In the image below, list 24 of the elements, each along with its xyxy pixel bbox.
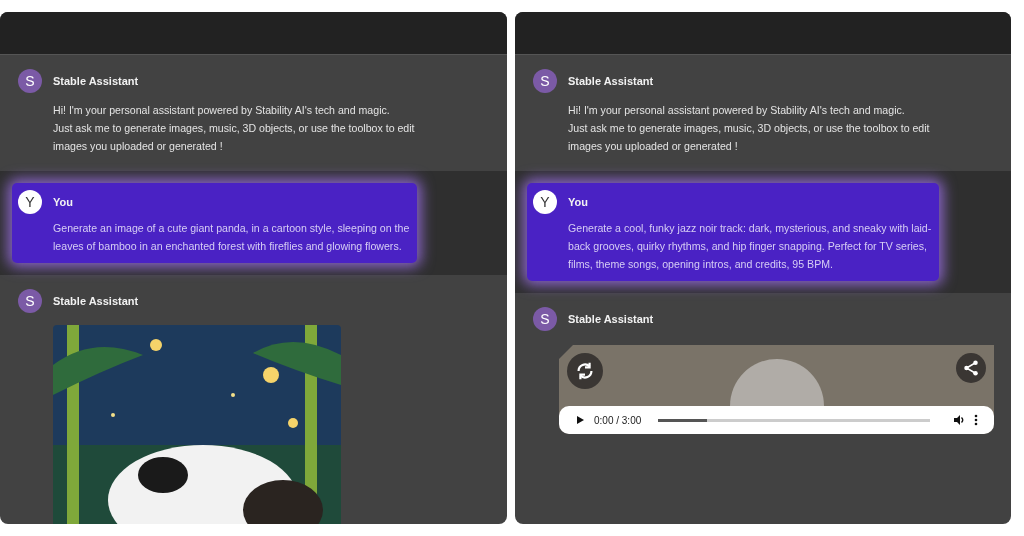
regenerate-button[interactable]	[567, 353, 603, 389]
share-icon	[962, 359, 980, 377]
sender-name: You	[568, 196, 588, 208]
assistant-avatar: S	[533, 69, 557, 93]
sender-name: Stable Assistant	[568, 313, 654, 325]
play-icon[interactable]	[575, 415, 585, 425]
sender-name: Stable Assistant	[53, 75, 139, 87]
assistant-avatar: S	[533, 307, 557, 331]
message-text: Hi! I'm your personal assistant powered by Stability AI's tech and magic. Just ask me to generate images, music, 3D objects, or use the toolbox to edit images you uploaded or generated !	[53, 103, 416, 154]
volume-icon[interactable]	[953, 414, 965, 426]
assistant-avatar: S	[18, 69, 42, 93]
time-label: 0:00 / 3:00	[594, 414, 642, 426]
more-icon[interactable]	[974, 414, 978, 426]
sender-name: You	[53, 196, 73, 208]
sender-name: Stable Assistant	[568, 75, 654, 87]
user-avatar: Y	[18, 190, 42, 214]
message-text: Hi! I'm your personal assistant powered by Stability AI's tech and magic. Just ask me to generate images, music, 3D objects, or use the toolbox to edit images you uploaded or generated !	[568, 103, 931, 154]
message-text: Generate an image of a cute giant panda, in a cartoon style, sleeping on the leaves of bamboo in an enchanted forest with fireflies and glowing flowers.	[53, 221, 410, 254]
sender-name: Stable Assistant	[53, 295, 139, 307]
user-avatar: Y	[533, 190, 557, 214]
progress-track[interactable]	[658, 418, 930, 422]
share-button[interactable]	[956, 353, 986, 383]
message-text: Generate a cool, funky jazz noir track: dark, mysterious, and sneaky with laid- back grooves, quirky rhythms, and hip finger snapping. Perfect for TV series, films, theme songs, opening intros, and credits, 95 BPM.	[568, 221, 932, 272]
assistant-avatar: S	[18, 289, 42, 313]
